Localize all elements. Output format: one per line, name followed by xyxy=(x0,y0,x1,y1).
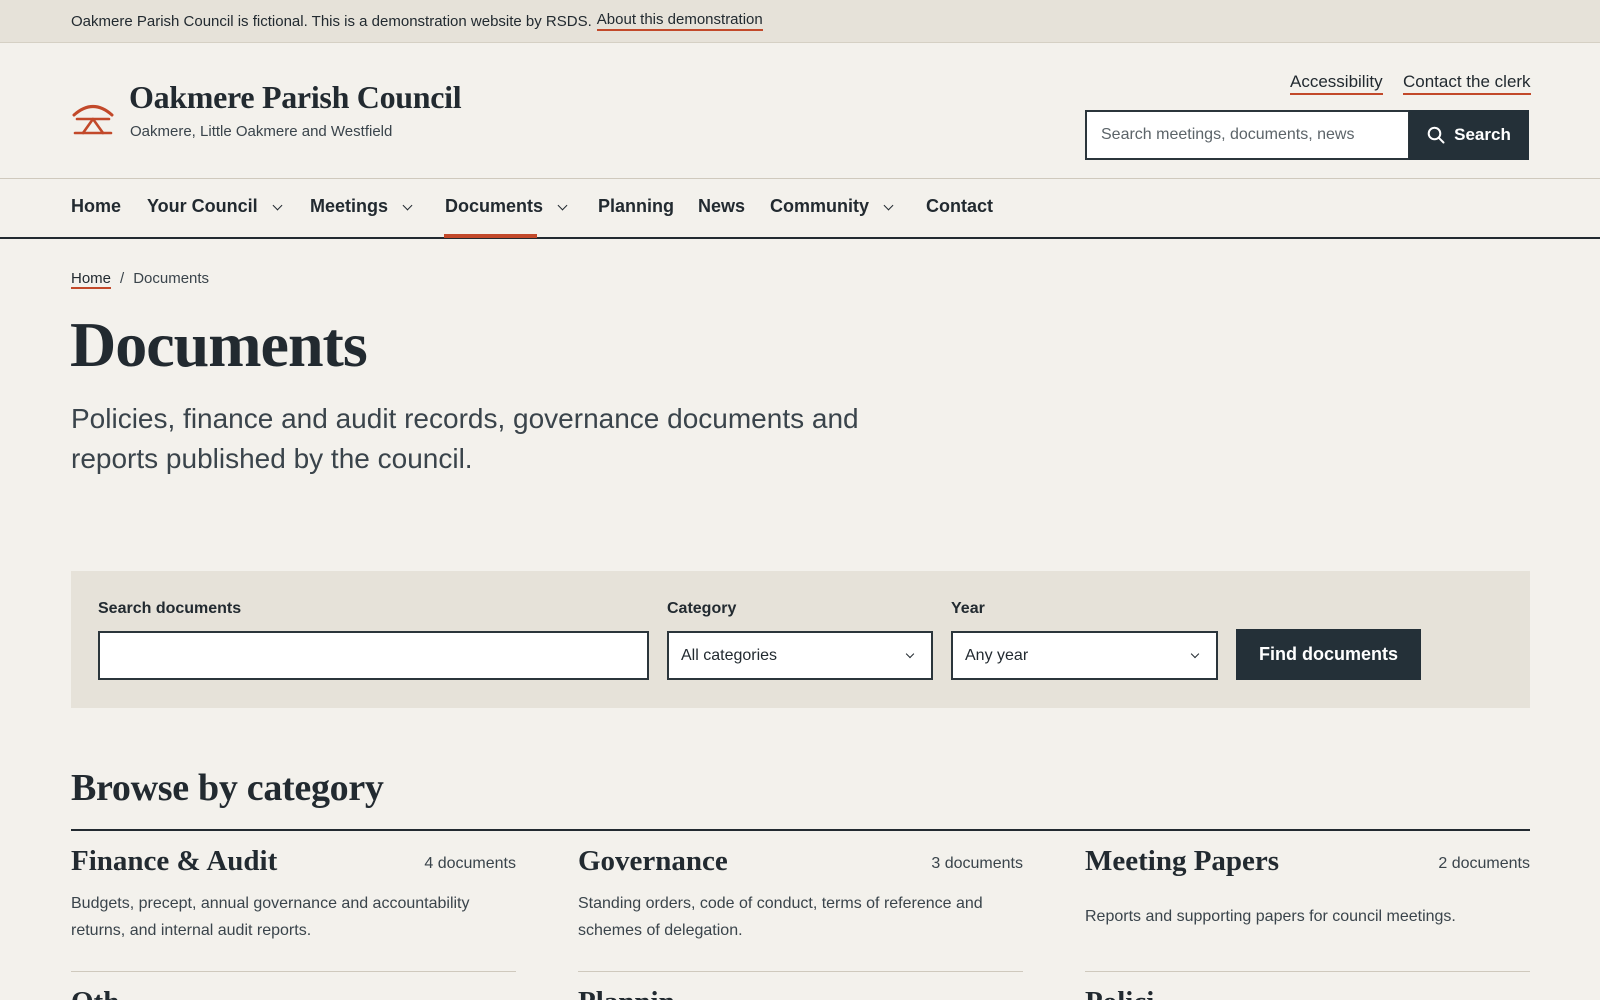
category-name-partial[interactable]: Polici xyxy=(1085,986,1154,1000)
search-documents-input[interactable] xyxy=(98,631,649,680)
chevron-down-icon xyxy=(905,649,915,659)
category-description: Reports and supporting papers for counci… xyxy=(1085,908,1456,925)
year-select-value: Any year xyxy=(965,646,1029,664)
nav-item-meetings[interactable]: Meetings xyxy=(310,196,413,217)
demo-banner: Oakmere Parish Council is fictional. Thi… xyxy=(0,0,1600,43)
contact-clerk-link[interactable]: Contact the clerk xyxy=(1403,72,1531,95)
nav-item-label: Community xyxy=(770,196,869,216)
year-label: Year xyxy=(951,600,985,617)
find-documents-button[interactable]: Find documents xyxy=(1236,629,1421,680)
category-select[interactable]: All categories xyxy=(667,631,933,680)
breadcrumb-home-link[interactable]: Home xyxy=(71,270,112,289)
category-card-finance-audit[interactable]: Finance & Audit 4 documents Budgets, pre… xyxy=(71,845,516,1000)
site-search-input[interactable] xyxy=(1085,110,1410,160)
chevron-down-icon xyxy=(557,200,568,210)
nav-item-label: Planning xyxy=(598,196,674,216)
about-demonstration-link[interactable]: About this demonstration xyxy=(596,11,763,31)
nav-item-planning[interactable]: Planning xyxy=(598,196,674,217)
nav-item-home[interactable]: Home xyxy=(71,196,121,217)
search-button-label: Search xyxy=(1454,125,1511,144)
page-title: Documents xyxy=(70,309,368,380)
nav-item-label: Meetings xyxy=(310,196,389,216)
category-divider xyxy=(1085,971,1530,972)
nav-item-your-council[interactable]: Your Council xyxy=(147,196,283,217)
nav-item-label: News xyxy=(698,196,746,216)
category-count: 4 documents xyxy=(424,855,516,872)
page-lead: Policies, finance and audit records, gov… xyxy=(71,403,859,474)
main-navigation: Home Your Council Meetings Documents Pla… xyxy=(0,178,1600,239)
nav-item-label: Contact xyxy=(926,196,993,216)
accessibility-link[interactable]: Accessibility xyxy=(1290,72,1383,95)
nav-item-label: Documents xyxy=(445,196,544,216)
search-icon xyxy=(1427,126,1445,144)
category-name-partial[interactable]: Plannin xyxy=(578,986,675,1000)
nav-item-community[interactable]: Community xyxy=(770,196,894,217)
chevron-down-icon xyxy=(883,200,894,210)
chevron-down-icon xyxy=(272,200,283,210)
oak-arch-icon[interactable] xyxy=(72,100,114,136)
category-count: 2 documents xyxy=(1438,855,1530,872)
nav-item-contact[interactable]: Contact xyxy=(926,196,993,217)
category-name-partial[interactable]: Oth xyxy=(71,986,119,1000)
site-title[interactable]: Oakmere Parish Council xyxy=(129,79,462,116)
category-description: Standing orders, code of conduct, terms … xyxy=(578,895,983,939)
breadcrumb: Home / Documents xyxy=(71,270,209,289)
category-name[interactable]: Meeting Papers xyxy=(1085,845,1279,878)
category-name[interactable]: Finance & Audit xyxy=(71,845,277,878)
demo-banner-text: Oakmere Parish Council is fictional. Thi… xyxy=(71,12,592,30)
category-divider xyxy=(71,971,516,972)
chevron-down-icon xyxy=(1190,649,1200,659)
site-subtitle: Oakmere, Little Oakmere and Westfield xyxy=(130,123,393,140)
nav-item-label: Your Council xyxy=(147,196,258,216)
category-card-governance[interactable]: Governance 3 documents Standing orders, … xyxy=(578,845,1023,1000)
site-header: Oakmere Parish Council Oakmere, Little O… xyxy=(0,43,1600,178)
breadcrumb-separator: / xyxy=(120,270,125,287)
browse-heading: Browse by category xyxy=(71,767,384,809)
document-filter-panel: Search documents Category All categories… xyxy=(71,571,1530,708)
section-divider xyxy=(71,829,1530,831)
breadcrumb-current: Documents xyxy=(133,270,210,287)
category-count: 3 documents xyxy=(931,855,1023,872)
site-search-button[interactable]: Search xyxy=(1409,110,1529,160)
nav-item-news[interactable]: News xyxy=(698,196,745,217)
category-label: Category xyxy=(667,600,737,617)
search-documents-label: Search documents xyxy=(98,600,242,617)
category-description: Budgets, precept, annual governance and … xyxy=(71,895,470,939)
year-select[interactable]: Any year xyxy=(951,631,1218,680)
nav-active-indicator xyxy=(444,234,537,238)
nav-item-documents[interactable]: Documents xyxy=(445,196,568,217)
chevron-down-icon xyxy=(402,200,413,210)
category-divider xyxy=(578,971,1023,972)
category-name[interactable]: Governance xyxy=(578,845,728,878)
category-select-value: All categories xyxy=(681,646,778,664)
nav-item-label: Home xyxy=(71,196,122,216)
category-card-meeting-papers[interactable]: Meeting Papers 2 documents Reports and s… xyxy=(1085,845,1530,1000)
